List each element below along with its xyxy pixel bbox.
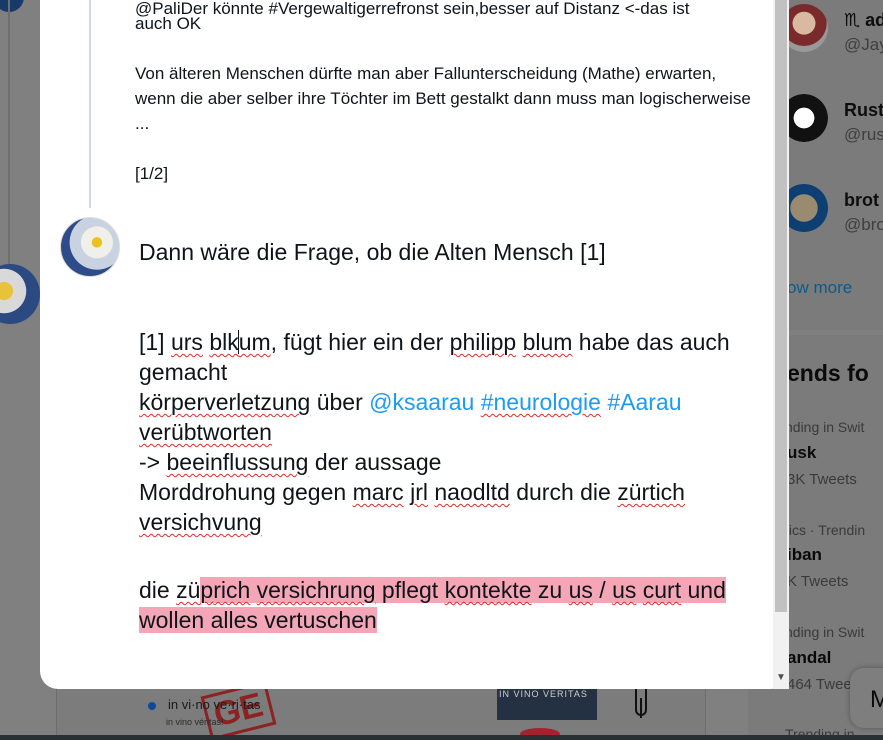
text: über <box>310 389 370 415</box>
tweet-compose-textarea[interactable]: Dann wäre die Frage, ob die Alten Mensch… <box>139 237 759 635</box>
misspelled-word: zürtich <box>617 479 685 505</box>
misspelled-word: urs <box>170 329 203 355</box>
trend-context: tics · Trendin <box>785 522 866 538</box>
trend-name[interactable]: usk <box>787 443 816 463</box>
overflow-text: curt <box>642 577 682 603</box>
bottom-edge-bar <box>0 735 883 740</box>
overflow-text: versichrung <box>256 577 376 603</box>
misspelled-word: marc <box>352 479 404 505</box>
thread-connector-line <box>89 0 91 208</box>
trend-count: 3K Tweets <box>787 471 857 488</box>
quoted-tweet-paragraph: Von älteren Menschen dürfte man aber Fal… <box>135 64 751 133</box>
overflow-text: p <box>200 577 214 603</box>
blank-lines <box>139 267 759 327</box>
follow-name: ♏ ad <box>844 10 883 30</box>
follow-handle: @Jay <box>844 35 883 54</box>
overflow-text: / <box>592 577 613 603</box>
misspelled-word: blkum <box>209 329 270 355</box>
card-title: in vi·no ve·ri·tas <box>168 697 261 712</box>
compose-line: Dann wäre die Frage, ob die Alten Mensch… <box>139 239 606 265</box>
overflow-text: kontekte <box>444 577 532 603</box>
text: durch die <box>509 479 618 505</box>
misspelled-word: jrl <box>410 479 428 505</box>
follow-suggestion[interactable]: ♏ ad @Jay <box>780 4 883 64</box>
text: , fügt hier ein der <box>270 329 450 355</box>
card-subtitle: in vino véritas! <box>166 717 224 727</box>
modal-scrollbar[interactable]: ▼ <box>773 0 789 689</box>
hashtag-link[interactable]: #Aarau <box>607 389 681 415</box>
trend-context: nding in Swit <box>785 624 865 640</box>
hashtag-link[interactable]: #neurologie <box>481 389 601 415</box>
compose-line: Morddrohung gegen marc jrl naodltd durch… <box>139 477 759 537</box>
scrollbar-thumb[interactable] <box>775 0 787 612</box>
card-thumbnail: IN VINO VERITAS <box>497 686 597 720</box>
trend-count: K Tweets <box>787 573 849 590</box>
messages-glyph: M <box>870 686 883 713</box>
user-avatar <box>60 217 120 277</box>
trend-count: 464 Twee <box>787 676 852 693</box>
misspelled-word: blum <box>522 329 573 355</box>
text: Morddrohung gegen <box>139 479 353 505</box>
reply-modal: @PaliDer könnte #Vergewaltigerrefronst s… <box>40 0 789 689</box>
text: [1] <box>139 329 171 355</box>
overflow-text <box>250 577 257 603</box>
overflow-text: pflegt <box>375 577 445 603</box>
text: blk <box>209 329 239 355</box>
text: der aussage <box>308 449 442 475</box>
misspelled-word: körperverletzung <box>139 389 311 415</box>
text: zü <box>176 577 201 603</box>
speaker-icon <box>148 702 156 710</box>
misspelled-word: philipp <box>449 329 517 355</box>
misspelled-word: züp <box>176 577 214 603</box>
compose-line: [1] urs blkum, fügt hier ein der philipp… <box>139 327 759 387</box>
thumbnail-label: IN VINO VERITAS <box>499 689 588 699</box>
wine-glass-stem <box>640 698 642 718</box>
messages-drawer-button[interactable]: M <box>850 668 883 728</box>
quoted-tweet-counter: [1/2] <box>135 164 169 183</box>
compose-line: körperverletzung über @ksaarau #neurolog… <box>139 387 759 447</box>
misspelled-word: verübtworten <box>139 419 272 445</box>
text: die <box>139 577 177 603</box>
left-thread-line <box>8 0 10 270</box>
follow-handle: @bro <box>844 215 883 234</box>
follow-suggestion[interactable]: brot @bro <box>780 184 883 244</box>
follow-name: brot <box>844 190 879 210</box>
misspelled-word: beeinflussung <box>166 449 309 475</box>
compose-line: -> beeinflussung der aussage <box>139 447 759 477</box>
text: -> <box>139 449 167 475</box>
overflow-text: zu <box>531 577 569 603</box>
misspelled-word: versichvung <box>139 509 262 535</box>
misspelled-word: naodltd <box>434 479 510 505</box>
overflow-text <box>636 577 643 603</box>
scroll-down-arrow-icon[interactable]: ▼ <box>776 673 786 683</box>
overflow-text: us <box>568 577 593 603</box>
trend-context: nding in Swit <box>785 419 865 435</box>
show-more-link[interactable]: ow more <box>787 278 852 298</box>
compose-line-overflow: die züprich versichrung pflegt kontekte … <box>139 575 759 635</box>
overflow-text: us <box>612 577 637 603</box>
overflow-text: rich <box>213 577 251 603</box>
mention-link[interactable]: @ksaarau <box>369 389 474 415</box>
quoted-tweet-line: auch OK <box>135 14 202 33</box>
text: um <box>238 329 271 355</box>
link-card[interactable] <box>56 680 706 740</box>
trend-name[interactable]: andal <box>787 648 831 668</box>
follow-name: Rust <box>844 100 883 120</box>
follow-suggestion[interactable]: Rust @rus <box>780 94 883 154</box>
trends-title: ends fo <box>787 360 869 386</box>
trend-name[interactable]: iban <box>787 545 822 565</box>
follow-handle: @rus <box>844 125 883 144</box>
